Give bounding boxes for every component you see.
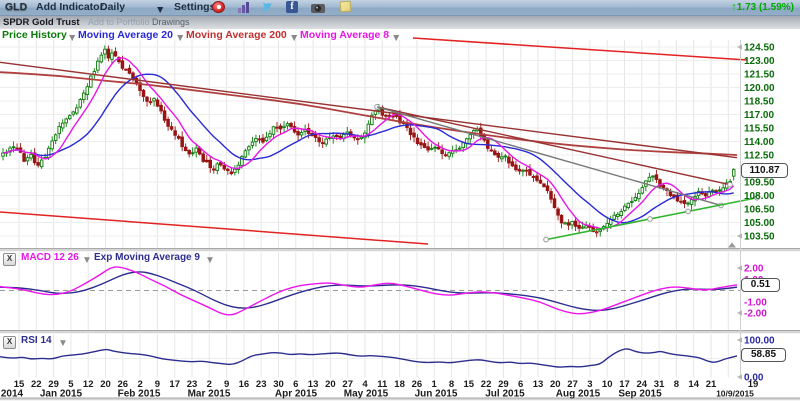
macd-close-button[interactable]: X [3,253,16,266]
drawing-handle[interactable] [686,209,691,214]
rsi-plot [0,349,737,367]
y-tick-label: 112.50 [744,151,774,162]
macd-signal-label[interactable]: Exp Moving Average 9 [94,252,200,263]
y-tick-label: 121.50 [744,70,775,81]
x-tick-month: Aug 2015 [556,389,601,400]
x-tick-month: Jun 2015 [415,389,458,400]
x-tick-day: 10 [602,379,613,390]
y-tick-label: 109.50 [744,178,775,189]
x-tick-day: 23 [256,379,267,390]
y-tick-label: 120.00 [744,83,775,94]
rsi-value-box: 58.85 [741,348,786,362]
x-tick-month: Mar 2015 [188,389,231,400]
x-tick-day: 20 [325,379,336,390]
x-tick-month: Apr 2015 [275,389,318,400]
x-tick-month: Jan 2015 [40,389,83,400]
macd-value-box: 0.51 [741,278,780,292]
y-tick-label: 106.50 [744,205,775,216]
rsi-label[interactable]: RSI 14 [21,335,52,346]
y-tick-label: 124.50 [744,43,775,54]
drawing-handle[interactable] [648,217,653,222]
y-tick-label: 108.00 [744,191,775,202]
scale-arrow-icon[interactable] [737,265,742,270]
x-tick-day: 20 [100,379,111,390]
y-tick-label: 123.00 [744,56,775,67]
chevron-down-icon[interactable]: ▼ [82,255,92,266]
x-tick-day: 12 [83,379,94,390]
last-price-box: 110.87 [741,163,788,178]
y-tick-label: 103.50 [744,232,775,243]
x-axis: 1522295122026291723291623306132027411182… [1,379,758,400]
x-tick-month: Sep 2015 [618,389,662,400]
chevron-down-icon[interactable]: ▼ [58,338,68,349]
y-tick-label: 100.00 [744,336,775,347]
macd-plot [0,267,740,315]
y-tick-label: 105.00 [744,218,775,229]
y-tick-label: -2.00 [744,309,767,320]
x-tick-day: 13 [533,379,544,390]
y-tick-label: 114.00 [744,137,774,148]
x-tick-day: 8 [674,379,679,390]
y-tick-label: 115.50 [744,124,774,135]
x-tick-day: 17 [169,379,180,390]
x-tick-month: Jul 2015 [485,389,525,400]
x-tick-day: 18 [394,379,405,390]
charting-app-window: GLD Add Indicator Daily ▼ Settings f ↑1.… [0,0,800,401]
trendline-channel-top-red [413,38,747,60]
trendline-channel-bottom-red [0,212,428,244]
rsi-close-button[interactable]: X [3,336,16,349]
x-tick-month: 2014 [1,389,24,400]
trendline-downtrend-may [377,107,730,185]
y-tick-label: 2.00 [744,264,764,275]
y-tick-label: 117.00 [744,110,774,121]
x-tick-month: May 2015 [344,389,389,400]
chart-canvas[interactable]: 124.50 123.00 121.50 120.00 118.50 117.00 115.… [0,0,800,401]
scale-arrow-icon[interactable] [737,233,742,238]
scroll-handle-icon[interactable] [728,243,736,248]
x-tick-day: 16 [239,379,250,390]
scale-arrow-icon[interactable] [737,374,742,379]
chevron-down-icon[interactable]: ▼ [205,255,215,266]
trendline-downtrend-long [0,62,737,157]
y-tick-label: -1.00 [744,297,767,308]
y-tick-label: 118.50 [744,97,774,108]
x-tick-month: 10/9/2015 [716,389,754,399]
scale-arrow-icon[interactable] [737,310,742,315]
scale-arrow-icon[interactable] [737,44,742,49]
gridlines [0,40,740,378]
drawing-handle[interactable] [544,237,549,242]
x-tick-month: Feb 2015 [118,389,161,400]
scale-arrow-icon[interactable] [737,337,742,342]
x-tick-day: 14 [688,379,699,390]
x-tick-day: 15 [464,379,475,390]
macd-label[interactable]: MACD 12 26 [21,252,79,263]
drawing-handle[interactable] [728,182,733,187]
